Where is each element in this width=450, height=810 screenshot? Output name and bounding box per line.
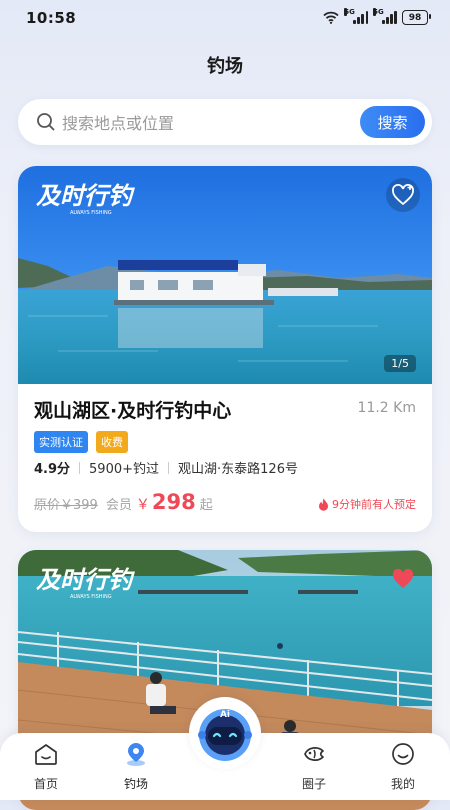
status-bar: 10:58 5G 5G 98 bbox=[0, 0, 450, 36]
nav-item-profile[interactable]: 我的 bbox=[368, 741, 438, 792]
image-counter: 1/5 bbox=[384, 355, 416, 372]
hot-note: 9分钟前有人预定 bbox=[318, 496, 416, 512]
spot-visits: 5900+钓过 bbox=[89, 462, 160, 477]
location-icon bbox=[127, 743, 145, 766]
price-row: 原价￥399 会员 ￥ 298 起 bbox=[34, 490, 213, 514]
spot-rating: 4.9分 bbox=[34, 462, 71, 477]
page-title: 钓场 bbox=[207, 56, 243, 77]
nav-label: 圈子 bbox=[301, 777, 326, 791]
spot-distance: 11.2 Km bbox=[357, 400, 416, 416]
search-icon bbox=[37, 113, 55, 131]
price-suffix: 起 bbox=[199, 498, 213, 513]
divider bbox=[168, 461, 170, 474]
nav-label: 首页 bbox=[33, 777, 58, 791]
original-price: 原价￥399 bbox=[34, 498, 98, 513]
status-time: 10:58 bbox=[26, 9, 77, 27]
spot-tags: 实测认证 收费 bbox=[34, 431, 128, 453]
signal-icon: 5G bbox=[344, 8, 369, 24]
heart-outline-icon bbox=[392, 184, 414, 206]
favorite-button[interactable] bbox=[386, 562, 420, 596]
search-button[interactable]: 搜索 bbox=[360, 106, 425, 138]
hot-note-text: 9分钟前有人预定 bbox=[332, 498, 416, 511]
svg-text:ALWAYS FISHING: ALWAYS FISHING bbox=[70, 594, 112, 600]
spot-info: 4.9分 5900+钓过 观山湖·东泰路126号 bbox=[34, 458, 298, 477]
svg-text:ALWAYS FISHING: ALWAYS FISHING bbox=[70, 210, 112, 216]
divider bbox=[79, 461, 81, 474]
fishing-spot-card[interactable]: 及时行钓 ALWAYS FISHING 1/5 观山湖区·及时行钓中心 11.2… bbox=[18, 166, 432, 532]
spot-name: 观山湖区·及时行钓中心 bbox=[34, 400, 232, 422]
favorite-button[interactable] bbox=[386, 178, 420, 212]
search-input[interactable] bbox=[60, 107, 364, 139]
currency-symbol: ￥ bbox=[135, 497, 150, 513]
svg-text:及时行钓: 及时行钓 bbox=[36, 565, 135, 594]
brand-logo: 及时行钓 ALWAYS FISHING bbox=[36, 565, 135, 600]
tag-verified: 实测认证 bbox=[34, 431, 88, 453]
svg-text:Ai: Ai bbox=[220, 710, 230, 720]
search-bar: 搜索 bbox=[18, 99, 432, 145]
home-icon bbox=[35, 744, 57, 765]
signal-icon: 5G bbox=[373, 8, 397, 24]
spot-address: 观山湖·东泰路126号 bbox=[178, 462, 298, 477]
robot-icon: Ai bbox=[198, 709, 252, 761]
ai-assistant-button[interactable]: Ai bbox=[189, 697, 261, 769]
member-price: 298 bbox=[151, 490, 196, 514]
heart-filled-icon bbox=[392, 568, 414, 588]
member-label: 会员 bbox=[105, 498, 132, 513]
battery-icon: 98 bbox=[402, 10, 431, 25]
fish-icon bbox=[304, 747, 324, 761]
nav-item-spots[interactable]: 钓场 bbox=[101, 741, 171, 792]
smile-icon bbox=[392, 743, 414, 765]
nav-label: 我的 bbox=[390, 777, 415, 791]
nav-item-community[interactable]: 圈子 bbox=[279, 741, 349, 792]
status-icons: 5G 5G 98 bbox=[323, 8, 431, 25]
fire-icon bbox=[319, 498, 328, 511]
wifi-icon bbox=[323, 11, 339, 24]
brand-logo: 及时行钓 ALWAYS FISHING bbox=[36, 181, 135, 216]
nav-item-home[interactable]: 首页 bbox=[11, 741, 81, 792]
tag-fee: 收费 bbox=[96, 431, 128, 453]
spot-photo[interactable]: 及时行钓 ALWAYS FISHING 1/5 bbox=[18, 166, 432, 384]
nav-label: 钓场 bbox=[123, 777, 148, 791]
svg-text:及时行钓: 及时行钓 bbox=[36, 181, 135, 210]
